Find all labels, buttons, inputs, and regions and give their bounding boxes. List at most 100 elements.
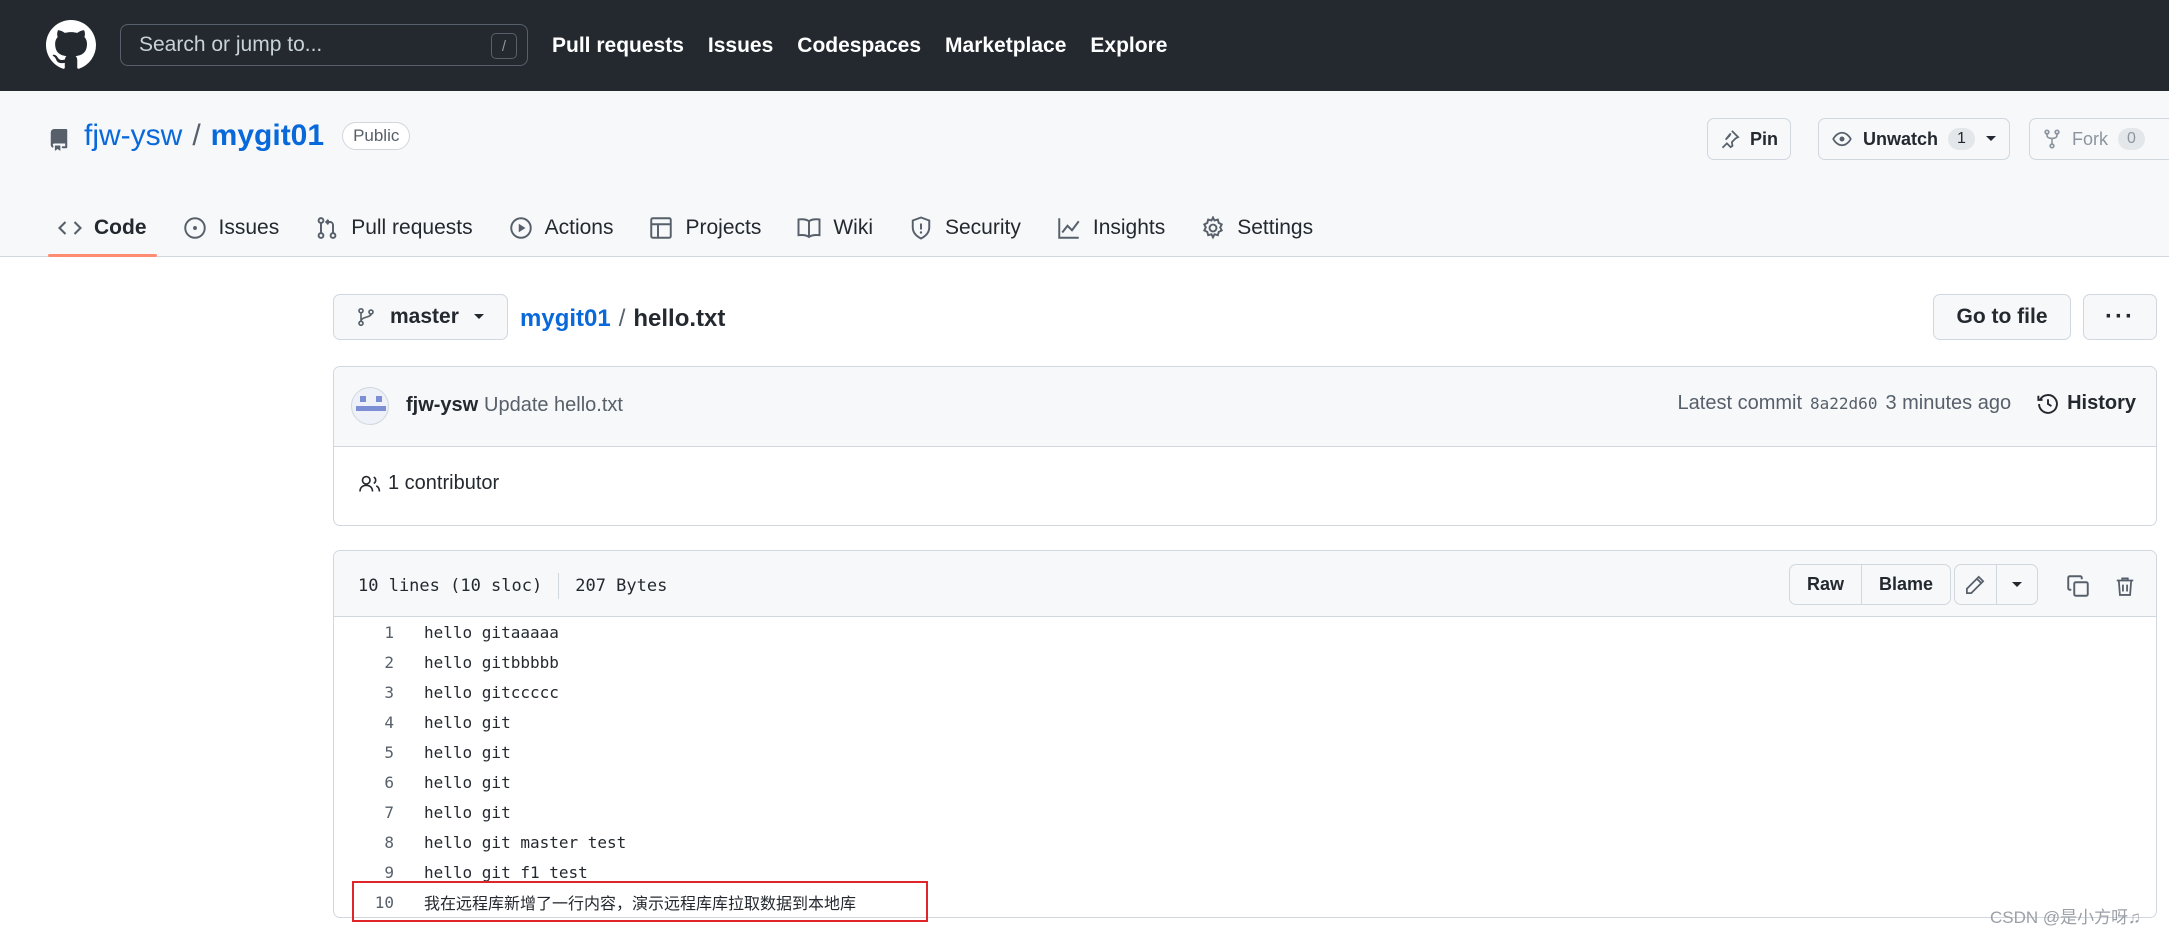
line-text: hello git	[424, 772, 511, 792]
avatar[interactable]	[351, 387, 389, 425]
search-placeholder: Search or jump to...	[139, 33, 323, 56]
line-text: hello gitbbbbb	[424, 652, 559, 672]
nav-issues[interactable]: Issues	[708, 34, 773, 58]
people-icon	[359, 475, 381, 492]
copy-button[interactable]	[2065, 573, 2091, 599]
line-text: hello git	[424, 742, 511, 762]
commit-author-link[interactable]: fjw-ysw	[406, 394, 478, 417]
tab-wiki-label: Wiki	[833, 216, 873, 239]
github-logo-icon[interactable]	[46, 20, 96, 70]
line-number[interactable]: 8	[334, 833, 394, 852]
tab-settings[interactable]: Settings	[1191, 199, 1323, 257]
caret-down-icon	[473, 314, 484, 319]
edit-button[interactable]	[1955, 565, 1996, 604]
pin-button[interactable]: Pin	[1707, 118, 1792, 160]
repo-title-separator: /	[192, 119, 201, 152]
tab-insights[interactable]: Insights	[1047, 199, 1175, 257]
commit-message-link[interactable]: Update hello.txt	[484, 394, 623, 417]
line-text: hello git f1 test	[424, 862, 588, 882]
search-shortcut-key: /	[491, 33, 517, 59]
raw-blame-group: Raw Blame	[1789, 564, 1952, 605]
commit-sha-link[interactable]: 8a22d60	[1810, 394, 1877, 413]
global-header: Search or jump to... / Pull requests Iss…	[0, 0, 2169, 91]
file-info-divider	[558, 573, 560, 599]
line-number[interactable]: 5	[334, 743, 394, 762]
line-number[interactable]: 4	[334, 713, 394, 732]
nav-marketplace[interactable]: Marketplace	[945, 34, 1066, 58]
pencil-icon	[1966, 575, 1985, 594]
branch-selector[interactable]: master	[333, 294, 508, 340]
watermark: CSDN @是小方呀♫	[1990, 908, 2141, 927]
code-line: 8 hello git master test	[334, 827, 2156, 857]
repo-icon	[50, 129, 68, 151]
raw-button[interactable]: Raw	[1790, 565, 1861, 604]
visibility-badge: Public	[342, 122, 411, 150]
copy-icon	[2067, 575, 2089, 597]
watch-count: 1	[1948, 128, 1975, 150]
tab-security-label: Security	[945, 216, 1021, 239]
latest-commit-box: fjw-ysw Update hello.txt Latest commit 8…	[333, 366, 2157, 526]
edit-dropdown-button[interactable]	[1995, 565, 2038, 604]
code-line: 6 hello git	[334, 767, 2156, 797]
tab-actions[interactable]: Actions	[499, 199, 624, 257]
commit-meta: Latest commit 8a22d60 3 minutes ago Hist…	[1678, 392, 2136, 415]
line-number[interactable]: 1	[334, 623, 394, 642]
history-button[interactable]: History	[2037, 392, 2136, 415]
tab-projects[interactable]: Projects	[639, 199, 771, 257]
line-number[interactable]: 6	[334, 773, 394, 792]
caret-down-icon	[1985, 136, 1996, 141]
repo-tabs: Code Issues Pull requests Actions Projec…	[48, 199, 1339, 257]
code-line: 1 hello gitaaaaa	[334, 617, 2156, 647]
tab-code-label: Code	[94, 216, 147, 239]
fork-icon	[2044, 129, 2060, 149]
code-lines: 1 hello gitaaaaa 2 hello gitbbbbb 3 hello g…	[334, 617, 2156, 917]
search-input[interactable]: Search or jump to... /	[120, 24, 528, 66]
blame-button[interactable]: Blame	[1861, 565, 1950, 604]
file-viewer: 10 lines (10 sloc) 207 Bytes Raw Blame 1…	[333, 550, 2157, 918]
contributors-link[interactable]: 1 contributor	[358, 472, 499, 495]
delete-button[interactable]	[2112, 573, 2138, 599]
breadcrumb-separator: /	[618, 305, 626, 332]
nav-codespaces[interactable]: Codespaces	[797, 34, 921, 58]
commit-time: 3 minutes ago	[1885, 392, 2012, 414]
pull-request-icon	[317, 217, 337, 239]
tab-settings-label: Settings	[1237, 216, 1314, 239]
code-icon	[58, 221, 82, 235]
shield-icon	[911, 216, 931, 240]
repo-title: fjw-ysw / mygit01 Public	[84, 119, 411, 153]
nav-explore[interactable]: Explore	[1090, 34, 1167, 58]
file-size: 207 Bytes	[575, 576, 668, 596]
line-number[interactable]: 9	[334, 863, 394, 882]
pin-label: Pin	[1750, 128, 1779, 149]
more-options-button[interactable]: ···	[2083, 294, 2157, 340]
breadcrumb-repo-link[interactable]: mygit01	[520, 305, 611, 333]
tab-security[interactable]: Security	[899, 199, 1031, 257]
line-number[interactable]: 10	[334, 893, 394, 912]
tab-insights-label: Insights	[1092, 216, 1166, 239]
line-number[interactable]: 3	[334, 683, 394, 702]
nav-pull-requests[interactable]: Pull requests	[552, 34, 684, 58]
graph-icon	[1058, 218, 1080, 239]
tab-pull-requests[interactable]: Pull requests	[305, 199, 482, 257]
fork-button[interactable]: Fork 0	[2029, 118, 2169, 160]
line-number[interactable]: 2	[334, 653, 394, 672]
repo-name-link[interactable]: mygit01	[211, 119, 324, 153]
identicon-icon	[356, 396, 386, 411]
tab-issues[interactable]: Issues	[173, 199, 290, 257]
global-nav: Pull requests Issues Codespaces Marketpl…	[552, 0, 1167, 91]
repo-owner-link[interactable]: fjw-ysw	[84, 119, 182, 153]
repo-header: fjw-ysw / mygit01 Public Pin Unwatch 1 F…	[0, 91, 2169, 257]
line-text: hello gitaaaaa	[424, 622, 559, 642]
line-text: 我在远程库新增了一行内容，演示远程库库拉取数据到本地库	[424, 894, 857, 913]
tab-code[interactable]: Code	[48, 199, 157, 257]
eye-icon	[1832, 131, 1852, 147]
go-to-file-button[interactable]: Go to file	[1933, 294, 2071, 340]
tab-pull-requests-label: Pull requests	[351, 216, 473, 239]
tab-projects-label: Projects	[685, 216, 762, 239]
table-icon	[650, 217, 673, 239]
unwatch-button[interactable]: Unwatch 1	[1818, 118, 2010, 160]
tab-wiki[interactable]: Wiki	[787, 199, 883, 257]
line-text: hello gitccccc	[424, 682, 559, 702]
line-number[interactable]: 7	[334, 803, 394, 822]
breadcrumb: mygit01 / hello.txt	[520, 305, 725, 333]
